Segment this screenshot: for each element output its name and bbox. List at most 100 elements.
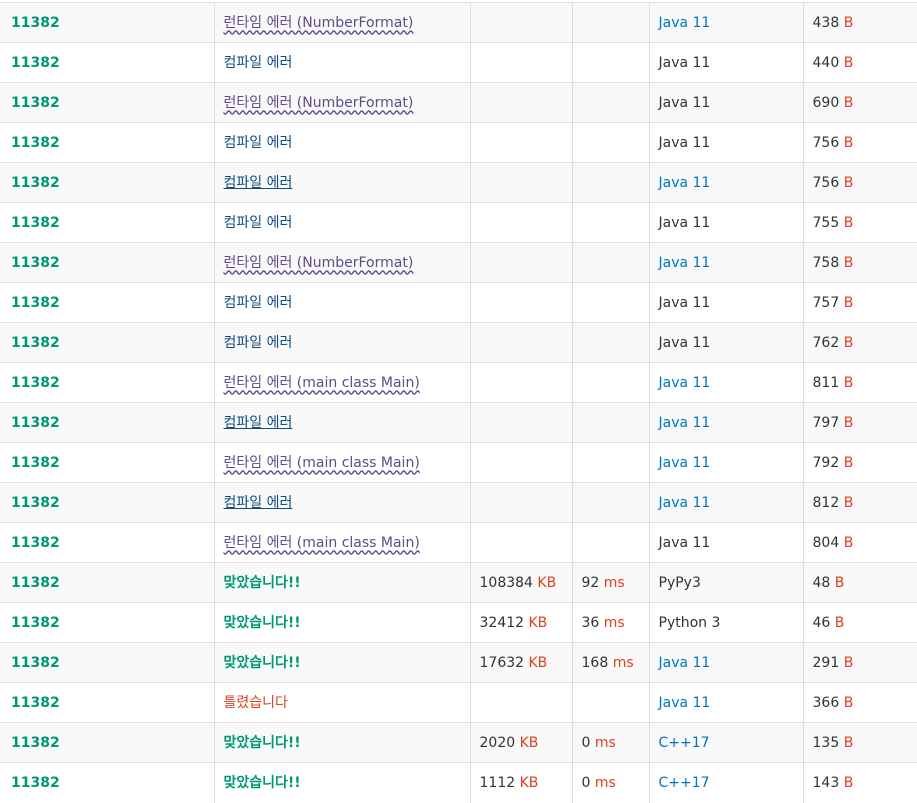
result-text[interactable]: 런타임 에러 (NumberFormat) (224, 95, 414, 111)
problem-link[interactable]: 11382 (11, 495, 60, 511)
problem-link[interactable]: 11382 (11, 375, 60, 391)
time-cell (572, 282, 650, 323)
language-cell: Python 3 (649, 602, 804, 643)
language-text[interactable]: Java 11 (659, 415, 711, 431)
memory-value: 2020 (479, 734, 516, 751)
result-text[interactable]: 컴파일 에러 (224, 415, 293, 431)
problem-link[interactable]: 11382 (11, 135, 60, 151)
time-value: 0 (581, 774, 591, 791)
result-cell: 컴파일 에러 (214, 482, 471, 523)
memory-value: 108384 (479, 574, 533, 591)
code-length-cell: 762 B (803, 322, 917, 363)
problem-link[interactable]: 11382 (11, 655, 60, 671)
language-cell: Java 11 (649, 362, 804, 403)
submission-status-table: 11382 런타임 에러 (NumberFormat) Java 11 438 … (0, 2, 917, 803)
problem-link[interactable]: 11382 (11, 695, 60, 711)
code-length-unit: B (843, 254, 854, 271)
code-length-value: 757 (812, 294, 840, 311)
language-text[interactable]: Java 11 (659, 495, 711, 511)
memory-cell: 2020 KB (470, 722, 573, 763)
language-text[interactable]: Java 11 (659, 455, 711, 471)
memory-unit: KB (519, 734, 539, 751)
language-text[interactable]: C++17 (659, 775, 710, 791)
time-value: 168 (581, 654, 609, 671)
memory-unit: KB (519, 774, 539, 791)
code-length-value: 811 (812, 374, 840, 391)
code-length-value: 755 (812, 214, 840, 231)
memory-unit: KB (528, 654, 548, 671)
language-cell: Java 11 (649, 682, 804, 723)
problem-link[interactable]: 11382 (11, 335, 60, 351)
result-text[interactable]: 컴파일 에러 (224, 495, 293, 511)
problem-cell: 11382 (0, 202, 215, 243)
code-length-cell: 756 B (803, 122, 917, 163)
time-unit: ms (612, 654, 634, 671)
language-cell: Java 11 (649, 242, 804, 283)
problem-link[interactable]: 11382 (11, 735, 60, 751)
time-cell (572, 362, 650, 403)
problem-link[interactable]: 11382 (11, 175, 60, 191)
problem-link[interactable]: 11382 (11, 15, 60, 31)
result-text[interactable]: 런타임 에러 (NumberFormat) (224, 15, 414, 31)
problem-link[interactable]: 11382 (11, 775, 60, 791)
code-length-value: 438 (812, 14, 840, 31)
language-cell: PyPy3 (649, 562, 804, 603)
memory-cell (470, 82, 573, 123)
submission-row: 11382 런타임 에러 (main class Main) Java 11 8… (0, 362, 917, 403)
result-cell: 런타임 에러 (main class Main) (214, 442, 471, 483)
code-length-unit: B (843, 654, 854, 671)
problem-link[interactable]: 11382 (11, 535, 60, 551)
time-cell (572, 682, 650, 723)
language-text: Java 11 (658, 334, 711, 351)
language-text[interactable]: Java 11 (659, 255, 711, 271)
problem-link[interactable]: 11382 (11, 255, 60, 271)
problem-link[interactable]: 11382 (11, 55, 60, 71)
code-length-unit: B (843, 374, 854, 391)
language-text[interactable]: Java 11 (659, 695, 711, 711)
code-length-value: 812 (812, 494, 840, 511)
code-length-unit: B (843, 14, 854, 31)
problem-link[interactable]: 11382 (11, 415, 60, 431)
code-length-unit: B (843, 774, 854, 791)
result-text: 맞았습니다!! (223, 654, 301, 671)
submission-row: 11382 런타임 에러 (NumberFormat) Java 11 690 … (0, 82, 917, 123)
code-length-unit: B (843, 454, 854, 471)
language-text[interactable]: Java 11 (659, 655, 711, 671)
result-cell: 런타임 에러 (main class Main) (214, 362, 471, 403)
language-text[interactable]: Java 11 (659, 15, 711, 31)
code-length-cell: 755 B (803, 202, 917, 243)
language-cell: Java 11 (649, 402, 804, 443)
memory-unit: KB (528, 614, 548, 631)
memory-cell: 17632 KB (470, 642, 573, 683)
result-text[interactable]: 런타임 에러 (main class Main) (224, 535, 420, 551)
submission-row: 11382 컴파일 에러 Java 11 756 B (0, 162, 917, 203)
language-cell: Java 11 (649, 42, 804, 83)
memory-cell (470, 282, 573, 323)
result-cell: 컴파일 에러 (214, 282, 471, 323)
problem-cell: 11382 (0, 602, 215, 643)
language-text[interactable]: C++17 (659, 735, 710, 751)
result-text[interactable]: 런타임 에러 (NumberFormat) (224, 255, 414, 271)
problem-link[interactable]: 11382 (11, 95, 60, 111)
language-cell: Java 11 (649, 82, 804, 123)
language-cell: Java 11 (649, 322, 804, 363)
problem-link[interactable]: 11382 (11, 575, 60, 591)
problem-link[interactable]: 11382 (11, 215, 60, 231)
result-text[interactable]: 런타임 에러 (main class Main) (224, 375, 420, 391)
problem-link[interactable]: 11382 (11, 455, 60, 471)
language-cell: Java 11 (649, 202, 804, 243)
language-text[interactable]: Java 11 (659, 375, 711, 391)
code-length-unit: B (843, 94, 854, 111)
language-cell: Java 11 (649, 522, 804, 563)
submission-row: 11382 컴파일 에러 Java 11 756 B (0, 122, 917, 163)
memory-cell (470, 122, 573, 163)
problem-link[interactable]: 11382 (11, 615, 60, 631)
problem-link[interactable]: 11382 (11, 295, 60, 311)
code-length-unit: B (843, 294, 854, 311)
code-length-unit: B (843, 54, 854, 71)
result-text[interactable]: 런타임 에러 (main class Main) (224, 455, 420, 471)
memory-cell (470, 202, 573, 243)
result-text[interactable]: 컴파일 에러 (224, 175, 293, 191)
code-length-cell: 804 B (803, 522, 917, 563)
language-text[interactable]: Java 11 (659, 175, 711, 191)
